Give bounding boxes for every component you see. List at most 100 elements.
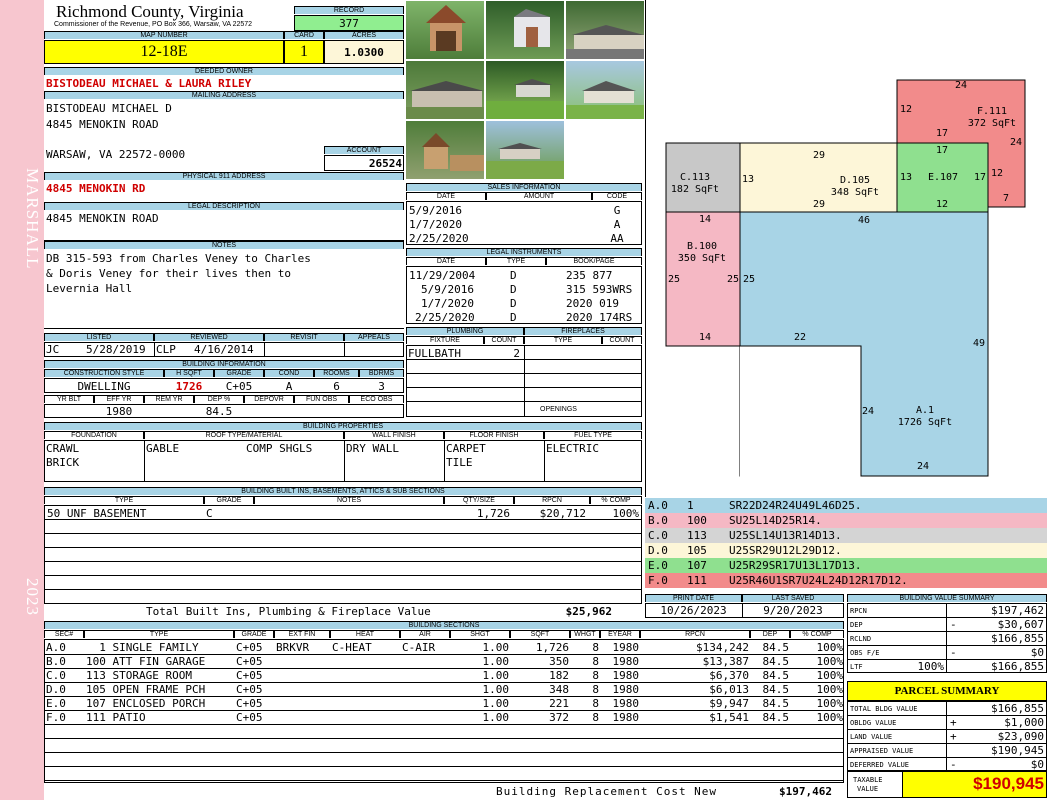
divider: [406, 401, 642, 402]
section-col-header: HEAT: [330, 630, 400, 638]
bdrms: 3: [378, 380, 385, 393]
photo-house-side: [565, 0, 645, 60]
rooms: 6: [333, 380, 340, 393]
legal-instruments-header: LEGAL INSTRUMENTS: [406, 248, 642, 256]
fun-obs-header: FUN OBS: [294, 395, 349, 403]
section-cell-sec: D.0: [46, 683, 66, 696]
sketch-code-id: E.0: [648, 559, 668, 572]
instr-type: D: [510, 311, 517, 324]
sketch-label-e: E.107: [927, 172, 959, 183]
section-cell-dep: 84.5: [762, 641, 790, 654]
section-cell-whgt: 8: [592, 669, 599, 682]
section-cell-comp: 100%: [816, 683, 844, 696]
section-cell-whgt: 8: [592, 641, 599, 654]
divider: [44, 710, 844, 711]
instr-date: 5/9/2016: [421, 283, 474, 296]
section-cell-sqft: 221: [549, 697, 569, 710]
taxable-label-2: VALUE: [857, 785, 879, 793]
section-cell-rpcn: $134,242: [696, 641, 749, 654]
section-col-header: SHGT: [450, 630, 510, 638]
divider: [44, 724, 844, 725]
section-col-header: SEC#: [44, 630, 84, 638]
divider: [44, 654, 844, 655]
section-cell-eyear: 1980: [612, 697, 640, 710]
divider: [44, 696, 844, 697]
mailing-line-1: BISTODEAU MICHAEL D: [46, 102, 172, 115]
fixture-header: FIXTURE: [406, 336, 484, 344]
sketch-code-id: A.0: [648, 499, 668, 512]
sketch-label-b: B.100 350 SqFt: [677, 241, 727, 264]
taxable-value: $190,945: [973, 774, 1044, 793]
divider: [44, 547, 642, 548]
bdrms-header: BDRMS: [359, 369, 404, 377]
divider: [524, 345, 525, 417]
sketch-label-f: F.111 372 SqFt: [967, 106, 1017, 129]
sketch-dimension: 17: [936, 145, 949, 156]
section-cell-comp: 100%: [816, 641, 844, 654]
hsqft-header: H SQFT: [164, 369, 214, 377]
section-cell-rpcn: $9,947: [709, 697, 749, 710]
replacement-cost: $197,462: [779, 785, 832, 798]
sketch-label-a: A.1 1726 SqFt: [897, 405, 953, 428]
sketch-code-code: SU25L14D25R14.: [729, 514, 822, 527]
sketch-code-row: E.0 107 U25R29SR17U13L17D13.: [645, 558, 1047, 573]
sketch-dimension: 24: [917, 461, 930, 472]
section-col-header: TYPE: [84, 630, 234, 638]
sketch-code-row: C.0 113 U25SL14U13R14D13.: [645, 528, 1047, 543]
divider: [406, 387, 642, 388]
mailing-address-header: MAILING ADDRESS: [44, 91, 404, 99]
bi-rpcn: $20,712: [539, 507, 586, 520]
bvs-obs-label: OBS F/E: [850, 649, 880, 657]
bi-comp-header: % COMP: [590, 496, 642, 504]
section-cell-eyear: 1980: [612, 641, 640, 654]
section-cell-eyear: 1980: [612, 669, 640, 682]
mailing-line-2: 4845 MENOKIN ROAD: [46, 118, 159, 131]
instr-date-header: DATE: [406, 257, 486, 265]
eco-obs-header: ECO OBS: [349, 395, 404, 403]
roof-material: COMP SHGLS: [246, 442, 313, 455]
instr-book: 2020 174RS: [566, 311, 633, 324]
section-cell-type: 105 OPEN FRAME PCH: [86, 683, 206, 696]
foundation-header: FOUNDATION: [44, 431, 144, 439]
district-sidebar: [0, 0, 44, 800]
divider: [44, 780, 844, 781]
dep-header: DEP %: [194, 395, 244, 403]
deferred-label: DEFERRED VALUE: [850, 761, 910, 769]
sketch-code-id: C.0: [648, 529, 668, 542]
sketch-dimension: 25: [668, 274, 681, 285]
section-cell-comp: 100%: [816, 655, 844, 668]
sketch-code-code: SR22D24R24U49L46D25.: [729, 499, 862, 512]
instr-type: D: [510, 269, 517, 282]
depovr-header: DEPOVR: [244, 395, 294, 403]
last-saved: 9/20/2023: [763, 604, 823, 617]
divider: [44, 533, 642, 534]
section-cell-type: 107 ENCLOSED PORCH: [86, 697, 206, 710]
plumbing-header: PLUMBING: [406, 327, 524, 335]
map-number: 12-18E: [140, 43, 188, 60]
sketch-code-row: B.0 100 SU25L14D25R14.: [645, 513, 1047, 528]
district-name: MARSHALL: [23, 168, 42, 270]
section-cell-type: 1 SINGLE FAMILY: [86, 641, 199, 654]
sketch-code-code: U25SL14U13R14D13.: [729, 529, 842, 542]
notes-line-1: DB 315-593 from Charles Veney to Charles: [46, 252, 311, 265]
section-cell-sqft: 350: [549, 655, 569, 668]
builtins-header: BUILDING BUILT INS, BASEMENTS, ATTICS & …: [44, 487, 642, 495]
building-properties-header: BUILDING PROPERTIES: [44, 422, 642, 430]
sketch-dimension: 24: [955, 80, 968, 91]
sketch-label-d: D.105 348 SqFt: [830, 175, 880, 198]
section-cell-rpcn: $6,013: [709, 683, 749, 696]
section-cell-shgt: 1.00: [482, 641, 510, 654]
sketch-dimension: 22: [794, 332, 807, 343]
bvs-rclnd-label: RCLND: [850, 635, 872, 643]
fp-type-header: TYPE: [524, 336, 602, 344]
sketch-dimension: 49: [973, 338, 986, 349]
section-col-header: EYEAR: [600, 630, 640, 638]
bvs-rpcn: $197,462: [991, 604, 1044, 617]
divider: [44, 668, 844, 669]
sketch-code-row: A.0 1 SR22D24R24U49L46D25.: [645, 498, 1047, 513]
sketch-dimension: 12: [991, 168, 1004, 179]
builtins-total: $25,962: [565, 605, 612, 618]
reviewed-header: REVIEWED: [154, 333, 264, 341]
photo-gazebo-deck: [405, 120, 485, 180]
instr-date: 11/29/2004: [409, 269, 476, 282]
